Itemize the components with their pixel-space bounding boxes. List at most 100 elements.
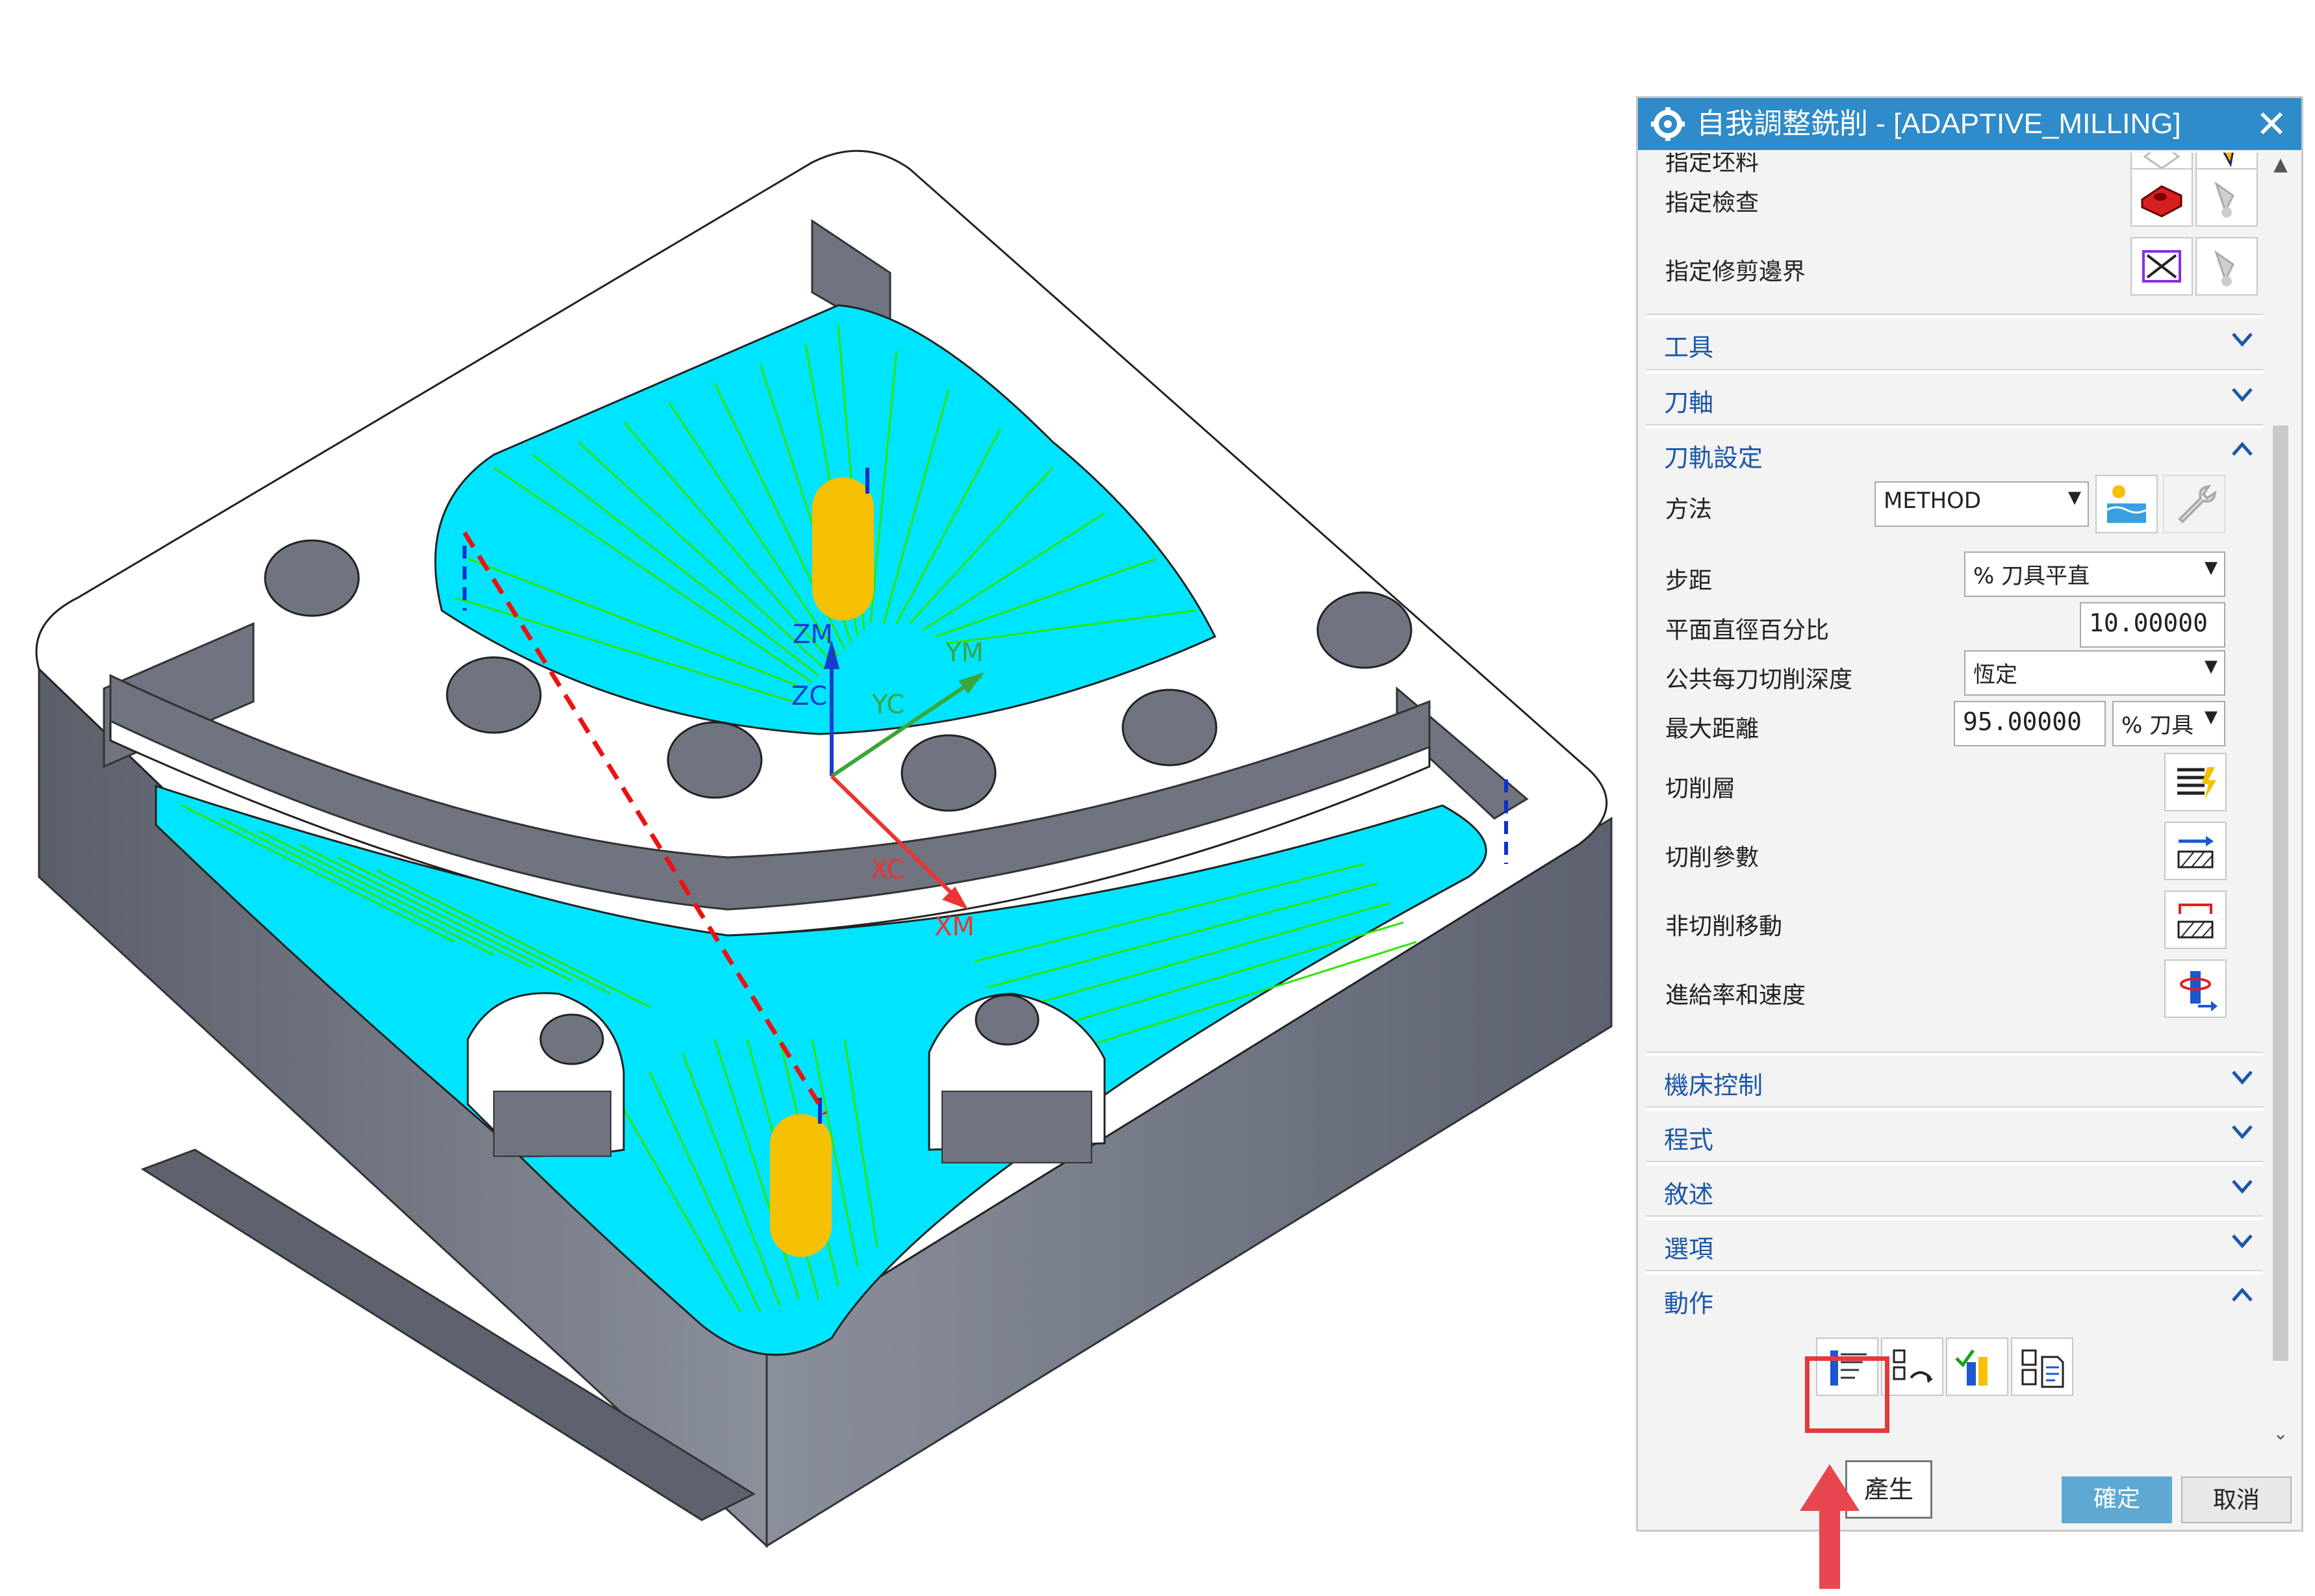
max-distance-unit-select[interactable]: % 刀具 ▼ <box>2112 701 2225 746</box>
adaptive-milling-dialog: 自我調整銑削 - [ADAPTIVE_MILLING] ✕ 指定坯料 指定檢查 … <box>1636 96 2303 1532</box>
create-method-button[interactable] <box>2095 475 2158 533</box>
section-actions[interactable]: 動作 <box>1646 1271 2263 1320</box>
method-label: 方法 <box>1665 496 1713 523</box>
cutting-parameters-button[interactable] <box>2164 822 2227 880</box>
verify-button[interactable] <box>1946 1337 2008 1396</box>
section-actions-label: 動作 <box>1664 1289 1714 1318</box>
chevron-up-icon <box>2232 442 2253 456</box>
chevron-down-icon[interactable]: ⌄ <box>2269 1422 2292 1445</box>
scroll-up-arrow[interactable]: ▲ <box>2269 153 2292 176</box>
section-description[interactable]: 敘述 <box>1646 1162 2263 1211</box>
part-model-view: ZM ZC YM YC XC XM <box>35 149 1613 1549</box>
max-distance-label: 最大距離 <box>1665 716 1759 742</box>
max-distance-unit-value: % 刀具 <box>2121 713 2194 739</box>
red-up-arrow-icon <box>1800 1464 1860 1589</box>
feeds-speeds-icon <box>2180 971 2218 1011</box>
specify-blank-label: 指定坯料 <box>1665 153 1759 176</box>
dialog-footer: 確定 取消 <box>1646 1443 2292 1527</box>
section-description-label: 敘述 <box>1664 1180 1714 1209</box>
wrench-icon <box>2178 485 2217 524</box>
dropdown-arrow-icon: ▼ <box>2205 657 2218 676</box>
feeds-speeds-label: 進給率和速度 <box>1665 982 1806 1009</box>
trim-boundary-icon <box>2142 250 2181 283</box>
feeds-speeds-button[interactable] <box>2164 959 2227 1018</box>
axis-label-zm: ZM <box>793 620 833 650</box>
section-tool-label: 工具 <box>1664 333 1714 362</box>
section-options-label: 選項 <box>1664 1235 1714 1263</box>
non-cutting-moves-label: 非切削移動 <box>1665 913 1783 940</box>
create-method-icon <box>2106 485 2147 523</box>
stepover-value: % 刀具平直 <box>1973 563 2090 589</box>
section-machine-control-label: 機床控制 <box>1664 1071 1763 1100</box>
chevron-down-icon <box>2232 333 2253 347</box>
chevron-down-icon <box>2232 1180 2253 1194</box>
list-document-icon <box>2021 1349 2064 1388</box>
depth-per-cut-value: 恆定 <box>1973 662 2017 688</box>
close-button[interactable]: ✕ <box>2251 103 2292 145</box>
section-machine-control[interactable]: 機床控制 <box>1646 1053 2263 1102</box>
replay-button[interactable] <box>1881 1337 1943 1396</box>
axis-label-yc: YC <box>871 690 904 720</box>
depth-per-cut-label: 公共每刀切削深度 <box>1665 666 1853 693</box>
cut-levels-icon <box>2177 767 2216 800</box>
check-geometry-icon <box>2141 185 2182 218</box>
max-distance-value: 95.00000 <box>1963 707 2082 736</box>
dropdown-arrow-icon: ▼ <box>2205 558 2218 577</box>
cutting-parameters-label: 切削參數 <box>1665 844 1759 871</box>
cancel-button[interactable]: 取消 <box>2181 1476 2292 1523</box>
display-trim-boundary-button[interactable] <box>2195 237 2258 296</box>
list-button[interactable] <box>2011 1337 2073 1396</box>
axis-label-xc: XC <box>871 855 904 885</box>
section-path-settings-label: 刀軌設定 <box>1664 444 1763 472</box>
section-program-label: 程式 <box>1664 1126 1714 1154</box>
cut-levels-button[interactable] <box>2164 753 2227 811</box>
specify-trim-boundary-label: 指定修剪邊界 <box>1665 259 1806 285</box>
stepover-select[interactable]: % 刀具平直 ▼ <box>1964 551 2225 597</box>
axis-label-ym: YM <box>945 638 984 668</box>
max-distance-input[interactable]: 95.00000 <box>1954 701 2106 746</box>
dropdown-arrow-icon: ▼ <box>2068 488 2081 507</box>
specify-check-label: 指定檢查 <box>1665 190 1759 216</box>
edit-method-button[interactable] <box>2163 475 2225 533</box>
flashlight-icon <box>2214 181 2234 218</box>
scroll-thumb[interactable] <box>2273 425 2288 1361</box>
generate-button-highlight <box>1805 1356 1889 1433</box>
chevron-down-icon <box>2232 388 2253 402</box>
chevron-down-icon <box>2232 1070 2253 1085</box>
non-cutting-moves-button[interactable] <box>2164 891 2227 949</box>
section-options[interactable]: 選項 <box>1646 1217 2263 1265</box>
ok-button[interactable]: 確定 <box>2062 1476 2172 1523</box>
percent-flat-diameter-input[interactable]: 10.00000 <box>2080 602 2225 648</box>
cutting-parameters-icon <box>2177 836 2214 868</box>
depth-per-cut-select[interactable]: 恆定 ▼ <box>1964 650 2225 696</box>
graphics-viewport[interactable]: ZM ZC YM YC XC XM <box>0 0 1624 1593</box>
display-check-button[interactable] <box>2195 168 2258 227</box>
percent-flat-diameter-label: 平面直徑百分比 <box>1665 617 1830 644</box>
replay-icon <box>1893 1349 1933 1383</box>
dialog-scrollbar[interactable]: ▲ ⌄ <box>2269 153 2292 1444</box>
axis-label-xm: XM <box>934 912 975 942</box>
stepover-label: 步距 <box>1665 568 1713 594</box>
chevron-down-icon <box>2232 1125 2253 1139</box>
section-tool-axis[interactable]: 刀軸 <box>1646 370 2263 419</box>
section-path-settings[interactable]: 刀軌設定 <box>1646 425 2263 474</box>
section-tool[interactable]: 工具 <box>1646 315 2263 364</box>
verify-icon <box>1955 1349 1988 1386</box>
method-value: METHOD <box>1884 488 1982 514</box>
method-select[interactable]: METHOD ▼ <box>1874 481 2089 527</box>
percent-flat-diameter-value: 10.00000 <box>2089 609 2208 637</box>
non-cutting-moves-icon <box>2177 904 2214 939</box>
gear-icon <box>1651 107 1685 141</box>
chevron-up-icon <box>2232 1287 2253 1302</box>
axis-label-zc: ZC <box>791 681 827 711</box>
tool-shape-bottom <box>770 1114 832 1257</box>
dialog-title: 自我調整銑削 - [ADAPTIVE_MILLING] <box>1696 108 2181 140</box>
specify-check-button[interactable] <box>2130 168 2193 227</box>
specify-trim-boundary-button[interactable] <box>2130 237 2193 296</box>
section-program[interactable]: 程式 <box>1646 1108 2263 1156</box>
dialog-scroll-panel[interactable]: 指定坯料 指定檢查 指定修剪邊界 工具 刀軸 刀軌設定 方法 METHOD ▼ … <box>1646 153 2263 1439</box>
flashlight-icon <box>2214 250 2234 286</box>
cut-levels-label: 切削層 <box>1665 776 1736 802</box>
chevron-down-icon <box>2232 1234 2253 1248</box>
dialog-titlebar[interactable]: 自我調整銑削 - [ADAPTIVE_MILLING] ✕ <box>1638 98 2301 150</box>
